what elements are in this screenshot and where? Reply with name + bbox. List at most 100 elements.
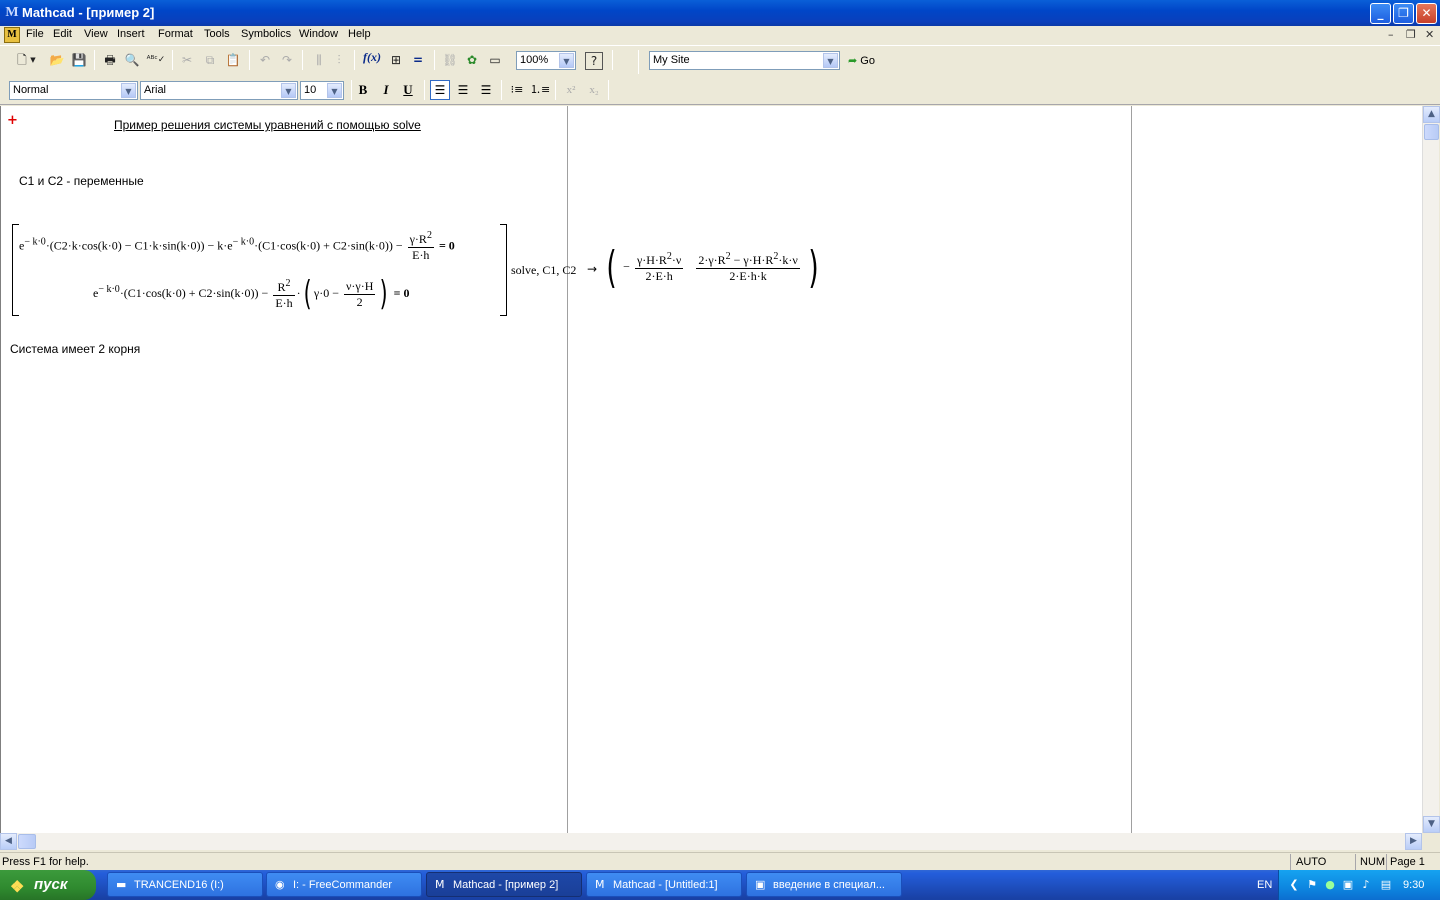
menu-tools[interactable]: Tools: [204, 28, 230, 40]
equation-2[interactable]: e− k·0·(C1·cos(k·0) + C2·sin(k·0)) − R2 E…: [93, 274, 409, 314]
language-indicator[interactable]: EN: [1257, 879, 1272, 891]
vertical-scroll-thumb[interactable]: [1424, 124, 1439, 140]
document-icon[interactable]: M: [4, 27, 20, 43]
doc-restore-icon[interactable]: ❐: [1406, 28, 1416, 41]
new-dropdown-icon[interactable]: ▼: [28, 50, 38, 70]
style-select[interactable]: Normal ▼: [9, 81, 138, 100]
resources-icon[interactable]: ✿: [462, 50, 482, 70]
scroll-right-icon[interactable]: ▶: [1405, 833, 1422, 850]
menu-file[interactable]: File: [26, 28, 44, 40]
restore-icon[interactable]: ❐: [1393, 3, 1414, 24]
underline-button[interactable]: U: [398, 80, 418, 100]
calculate-icon[interactable]: =: [408, 50, 428, 70]
align-across-icon[interactable]: ⫼: [309, 50, 329, 70]
align-right-icon[interactable]: ☰: [476, 80, 496, 100]
equation-1[interactable]: e− k·0·(C2·k·cos(k·0) − C1·k·sin(k·0)) −…: [19, 230, 455, 263]
zoom-select[interactable]: 100% ▼: [516, 51, 576, 70]
font-select[interactable]: Arial ▼: [140, 81, 298, 100]
page-boundary: [1131, 106, 1132, 833]
horizontal-scroll-thumb[interactable]: [18, 834, 36, 849]
menu-bar: M File Edit View Insert Format Tools Sym…: [0, 26, 1440, 44]
align-down-icon[interactable]: ⫶: [329, 50, 349, 70]
bullets-icon[interactable]: ⁝≡: [507, 80, 527, 100]
tray-expand-icon[interactable]: ❮: [1287, 878, 1301, 892]
crosshair-cursor-icon: +: [7, 113, 18, 128]
freecommander-icon: ◉: [275, 878, 285, 891]
mathcad-icon: M: [595, 878, 605, 891]
copy-icon[interactable]: ⧉: [200, 50, 220, 70]
insert-function-icon[interactable]: f(x): [362, 50, 382, 70]
paste-icon[interactable]: 📋: [223, 50, 243, 70]
print-preview-icon[interactable]: 🔍: [122, 50, 142, 70]
speaker-icon[interactable]: ♪: [1359, 878, 1373, 892]
equation-matrix[interactable]: e− k·0·(C2·k·cos(k·0) − C1·k·sin(k·0)) −…: [12, 224, 507, 316]
windows-flag-icon: ❖: [10, 879, 25, 896]
antivirus-icon[interactable]: ●: [1323, 878, 1337, 892]
cut-icon[interactable]: ✂: [177, 50, 197, 70]
task-word-document[interactable]: ▣ введение в специал...: [746, 872, 902, 897]
print-icon[interactable]: 🖶: [100, 50, 120, 70]
system-tray: ❮ ⚑ ● ▣ ♪ ▤ 9:30: [1278, 870, 1440, 900]
scroll-corner: [1422, 833, 1440, 850]
status-bar: Press F1 for help. AUTO NUM Page 1: [0, 852, 1440, 870]
status-num: NUM: [1360, 856, 1386, 868]
insert-unit-icon[interactable]: ⊞: [386, 50, 406, 70]
save-icon[interactable]: 💾: [69, 50, 89, 70]
variables-note-text[interactable]: C1 и C2 - переменные: [19, 174, 144, 188]
heading-text[interactable]: Пример решения системы уравнений с помощ…: [114, 118, 421, 132]
drive-icon: ▬: [116, 878, 127, 891]
title-bar[interactable]: M Mathcad - [пример 2] _ ❐ ✕: [0, 0, 1440, 26]
menu-insert[interactable]: Insert: [117, 28, 145, 40]
subscript-icon[interactable]: x₂: [584, 80, 604, 100]
italic-button[interactable]: I: [376, 80, 396, 100]
mathcad-logo-icon[interactable]: M: [4, 5, 20, 21]
task-freecommander[interactable]: ◉ I: - FreeCommander: [266, 872, 422, 897]
window-title: Mathcad - [пример 2]: [22, 5, 155, 20]
align-left-icon[interactable]: ☰: [430, 80, 450, 100]
numbering-icon[interactable]: ⒈≡: [530, 80, 550, 100]
scroll-down-icon[interactable]: ▼: [1423, 816, 1440, 833]
minimize-icon[interactable]: _: [1370, 3, 1391, 24]
horizontal-scrollbar[interactable]: ◀ ▶: [0, 833, 1422, 850]
vertical-scrollbar[interactable]: ▲ ▼: [1422, 106, 1440, 833]
start-button[interactable]: ❖ пуск: [0, 870, 96, 900]
menu-symbolics[interactable]: Symbolics: [241, 28, 291, 40]
scroll-left-icon[interactable]: ◀: [0, 833, 17, 850]
close-icon[interactable]: ✕: [1416, 3, 1437, 24]
solve-keyword[interactable]: solve, C1, C2: [511, 263, 576, 278]
standard-toolbar: 🗋 ▼ 📂 💾 🖶 🔍 ᴬᴮᶜ✓ ✂ ⧉ 📋 ↶ ↷ ⫼ ⫶ f(x) ⊞ = …: [0, 45, 1440, 75]
scroll-up-icon[interactable]: ▲: [1423, 106, 1440, 123]
task-mathcad-untitled[interactable]: M Mathcad - [Untitled:1]: [586, 872, 742, 897]
undo-icon[interactable]: ↶: [255, 50, 275, 70]
menu-edit[interactable]: Edit: [53, 28, 72, 40]
align-center-icon[interactable]: ☰: [453, 80, 473, 100]
status-help-text: Press F1 for help.: [2, 856, 89, 868]
network-icon[interactable]: ⚑: [1305, 878, 1319, 892]
worksheet[interactable]: + Пример решения системы уравнений с пом…: [0, 106, 1422, 833]
task-trancend[interactable]: ▬ TRANCEND16 (I:): [107, 872, 263, 897]
menu-help[interactable]: Help: [348, 28, 371, 40]
menu-view[interactable]: View: [84, 28, 108, 40]
go-button[interactable]: ➦ Go: [848, 54, 875, 67]
result-vector[interactable]: ( − γ·H·R2·ν 2·E·h 2·γ·R2 − γ·H·R2·k·ν 2·E…: [603, 242, 822, 293]
bold-button[interactable]: B: [353, 80, 373, 100]
open-icon[interactable]: 📂: [47, 50, 67, 70]
monitor-icon[interactable]: ▣: [1341, 878, 1355, 892]
component-icon[interactable]: ▭: [485, 50, 505, 70]
spell-check-icon[interactable]: ᴬᴮᶜ✓: [146, 50, 166, 70]
site-address-input[interactable]: My Site ▼: [649, 51, 840, 70]
conclusion-text[interactable]: Система имеет 2 корня: [10, 342, 140, 356]
device-icon[interactable]: ▤: [1379, 878, 1393, 892]
menu-window[interactable]: Window: [299, 28, 338, 40]
insert-hyperlink-icon[interactable]: ⛓: [440, 50, 460, 70]
superscript-icon[interactable]: x²: [561, 80, 581, 100]
redo-icon[interactable]: ↷: [277, 50, 297, 70]
status-mode: AUTO: [1296, 856, 1327, 868]
menu-format[interactable]: Format: [158, 28, 193, 40]
font-size-select[interactable]: 10 ▼: [300, 81, 344, 100]
doc-minimize-icon[interactable]: –: [1388, 28, 1394, 41]
help-icon[interactable]: ?: [585, 52, 603, 70]
doc-close-icon[interactable]: ✕: [1425, 28, 1434, 41]
clock[interactable]: 9:30: [1403, 879, 1424, 891]
task-mathcad-primer2[interactable]: M Mathcad - [пример 2]: [426, 872, 582, 897]
